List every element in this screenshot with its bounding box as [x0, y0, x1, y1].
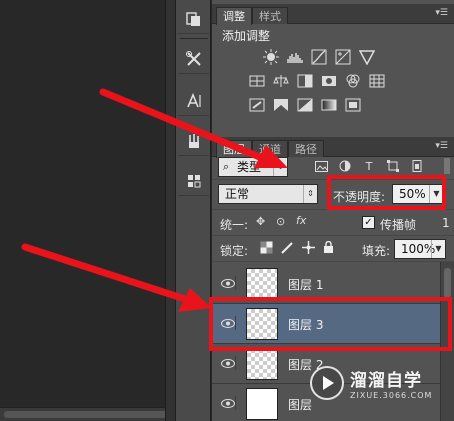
adjustment-filter-icon[interactable]	[338, 159, 352, 173]
gradient-map-icon[interactable]	[320, 96, 338, 114]
tab-adjustments[interactable]: 调整	[216, 7, 252, 25]
threshold-icon[interactable]	[296, 96, 314, 114]
black-white-icon[interactable]	[296, 72, 314, 90]
chevron-down-icon[interactable]: ▼	[431, 240, 445, 258]
filter-type-select[interactable]: ⌕ 类型 ⇕	[218, 157, 288, 177]
watermark: 溜溜自学 ZIXUE.3066.COM	[310, 363, 454, 403]
layer-name: 图层 1	[288, 278, 324, 292]
blend-mode-value: 正常	[225, 187, 250, 201]
fill-input[interactable]: 100% ▼	[394, 239, 446, 259]
image-filter-icon[interactable]	[314, 159, 328, 173]
filter-type-value: 类型	[237, 160, 262, 174]
lock-all-icon[interactable]	[323, 240, 334, 257]
unify-position-icon[interactable]: ✥	[256, 215, 265, 228]
hue-saturation-icon[interactable]	[248, 72, 266, 90]
invert-icon[interactable]	[248, 96, 266, 114]
search-icon: ⌕	[223, 160, 230, 173]
canvas-area[interactable]	[0, 0, 175, 421]
adjustment-icons-grid	[248, 48, 386, 120]
panel-gutter	[165, 0, 175, 421]
curves-icon[interactable]	[310, 48, 328, 66]
lock-icons	[260, 240, 334, 257]
color-balance-icon[interactable]	[272, 72, 290, 90]
dock-separator	[180, 38, 208, 39]
photo-filter-icon[interactable]	[320, 72, 338, 90]
selected-layer-highlight-box	[209, 297, 452, 351]
character-icon[interactable]	[178, 86, 209, 116]
chevron-updown-icon: ⇕	[273, 158, 287, 176]
channel-mixer-icon[interactable]	[344, 72, 362, 90]
exposure-icon[interactable]	[334, 48, 352, 66]
scrollbar-thumb[interactable]	[4, 411, 169, 418]
selective-color-icon[interactable]	[344, 96, 362, 114]
vibrance-icon[interactable]	[358, 48, 376, 66]
panels-column: 调整 样式 ▾☰ 添加调整 图层 通道 路径 ▾☰ ⌕ 类型 ⇕ T 正常 ⇕ …	[212, 0, 454, 421]
type-filter-icon[interactable]: T	[362, 159, 376, 173]
propagate-label: 传播帧	[380, 218, 417, 232]
watermark-en: ZIXUE.3066.COM	[350, 391, 433, 400]
propagate-checkbox[interactable]: ✓	[362, 216, 375, 229]
shape-filter-icon[interactable]	[386, 159, 400, 173]
lock-label: 锁定:	[220, 244, 249, 258]
horizontal-scrollbar[interactable]	[0, 407, 175, 421]
collapsed-panel-dock	[175, 0, 211, 421]
blend-mode-select[interactable]: 正常 ⇕	[218, 184, 318, 204]
3d-cube-icon[interactable]	[178, 166, 209, 196]
eye-icon[interactable]	[220, 396, 236, 410]
unify-row: 统一: ✥ ⊙ fx ✓ 传播帧 1	[212, 210, 454, 236]
scrollbar-thumb[interactable]	[444, 268, 451, 298]
unify-style-icon[interactable]: fx	[296, 214, 306, 227]
opacity-highlight-box	[327, 175, 446, 210]
lock-fill-row: 锁定: 填充: 100% ▼	[212, 236, 454, 262]
unify-visibility-icon[interactable]: ⊙	[276, 215, 285, 228]
layer-thumbnail	[246, 348, 278, 380]
smart-object-filter-icon[interactable]	[410, 159, 424, 173]
filter-icons: T	[314, 159, 424, 173]
posterize-icon[interactable]	[272, 96, 290, 114]
layer-name: 图层	[288, 398, 313, 412]
panel-menu-icon[interactable]: ▾☰	[435, 8, 448, 18]
tools-icon[interactable]	[178, 44, 209, 74]
color-lookup-icon[interactable]	[368, 72, 386, 90]
layers-panel-menu-icon[interactable]: ▾☰	[435, 141, 448, 151]
watermark-text: 溜溜自学 ZIXUE.3066.COM	[350, 366, 432, 400]
eye-icon[interactable]	[220, 356, 236, 370]
lock-transparent-icon[interactable]	[260, 241, 273, 257]
eye-icon[interactable]	[220, 276, 236, 290]
watermark-logo-icon	[310, 366, 344, 400]
brush-presets-icon[interactable]	[178, 126, 209, 156]
history-icon[interactable]	[178, 4, 209, 34]
layer-thumbnail	[246, 388, 278, 420]
brightness-icon[interactable]	[262, 48, 280, 66]
watermark-cn: 溜溜自学	[350, 371, 422, 391]
lock-position-icon[interactable]	[302, 241, 315, 257]
levels-icon[interactable]	[286, 48, 304, 66]
chevron-updown-icon: ⇕	[303, 185, 317, 203]
layer-thumbnail	[246, 268, 278, 300]
unify-label: 统一:	[220, 218, 249, 232]
adjustments-tabbar: 调整 样式 ▾☰	[212, 4, 454, 25]
propagate-value: 1	[442, 216, 450, 230]
lock-pixels-icon[interactable]	[281, 241, 294, 257]
add-adjustment-title: 添加调整	[222, 29, 271, 43]
filter-toggle-switch[interactable]	[444, 158, 450, 174]
tab-styles[interactable]: 样式	[252, 7, 288, 24]
fill-label: 填充:	[362, 244, 391, 258]
